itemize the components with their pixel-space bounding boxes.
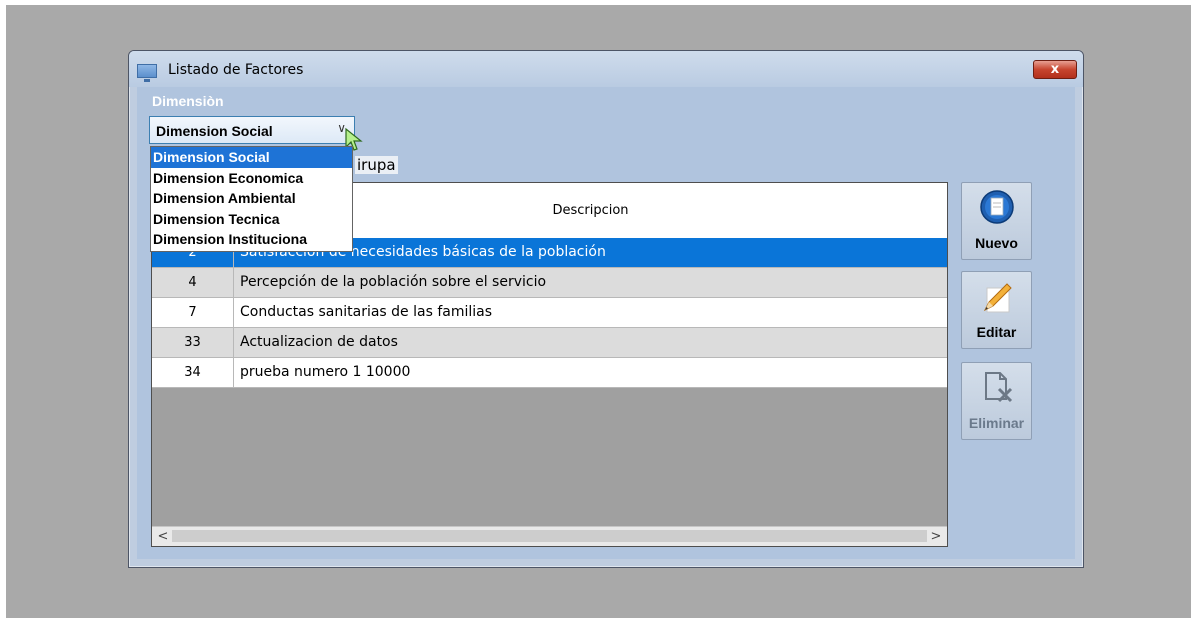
scrollbar-thumb[interactable] (172, 530, 927, 542)
table-row[interactable]: 4 Percepción de la población sobre el se… (152, 268, 947, 298)
cell-descripcion: Percepción de la población sobre el serv… (240, 274, 547, 290)
dimension-selected-value: Dimension Social (156, 123, 273, 139)
title-bar[interactable]: Listado de Factores x (129, 51, 1083, 87)
dropdown-option[interactable]: Dimension Social (151, 147, 352, 168)
dropdown-option[interactable]: Dimension Tecnica (151, 209, 352, 230)
cell-id: 34 (152, 358, 234, 387)
partial-label: irupa (355, 156, 398, 174)
close-button[interactable]: x (1033, 60, 1077, 79)
horizontal-scrollbar[interactable]: < > (152, 526, 947, 546)
dropdown-option[interactable]: Dimension Economica (151, 168, 352, 189)
eliminar-button-label: Eliminar (968, 415, 1025, 431)
editar-button-label: Editar (976, 324, 1017, 340)
delete-document-icon (985, 372, 1013, 403)
scroll-right-icon[interactable]: > (927, 527, 945, 546)
cell-id: 33 (152, 328, 234, 357)
cell-descripcion: Conductas sanitarias de las familias (240, 304, 493, 320)
scroll-left-icon[interactable]: < (154, 527, 172, 546)
window-icon (137, 64, 157, 82)
eliminar-button[interactable]: Eliminar (961, 362, 1032, 440)
dimension-dropdown-list: Dimension Social Dimension Economica Dim… (150, 146, 353, 252)
table-body: 2 Satisfacción de necesidades básicas de… (152, 238, 947, 388)
dropdown-option[interactable]: Dimension Instituciona (151, 229, 352, 250)
new-document-icon (980, 190, 1014, 224)
table-row[interactable]: 34 prueba numero 1 10000 (152, 358, 947, 388)
dimension-label: Dimensiòn (152, 93, 224, 109)
nuevo-button[interactable]: Nuevo (961, 182, 1032, 260)
cell-descripcion: Actualizacion de datos (240, 334, 398, 350)
table-row[interactable]: 7 Conductas sanitarias de las familias (152, 298, 947, 328)
cell-descripcion: prueba numero 1 10000 (240, 364, 411, 380)
window-title: Listado de Factores (168, 62, 304, 78)
dimension-combobox[interactable]: Dimension Social ∨ (149, 116, 355, 144)
editar-button[interactable]: Editar (961, 271, 1032, 349)
cell-id: 7 (152, 298, 234, 327)
table-row[interactable]: 33 Actualizacion de datos (152, 328, 947, 358)
cell-id: 4 (152, 268, 234, 297)
nuevo-button-label: Nuevo (975, 235, 1018, 251)
pencil-icon (983, 283, 1012, 313)
dropdown-option[interactable]: Dimension Ambiental (151, 188, 352, 209)
